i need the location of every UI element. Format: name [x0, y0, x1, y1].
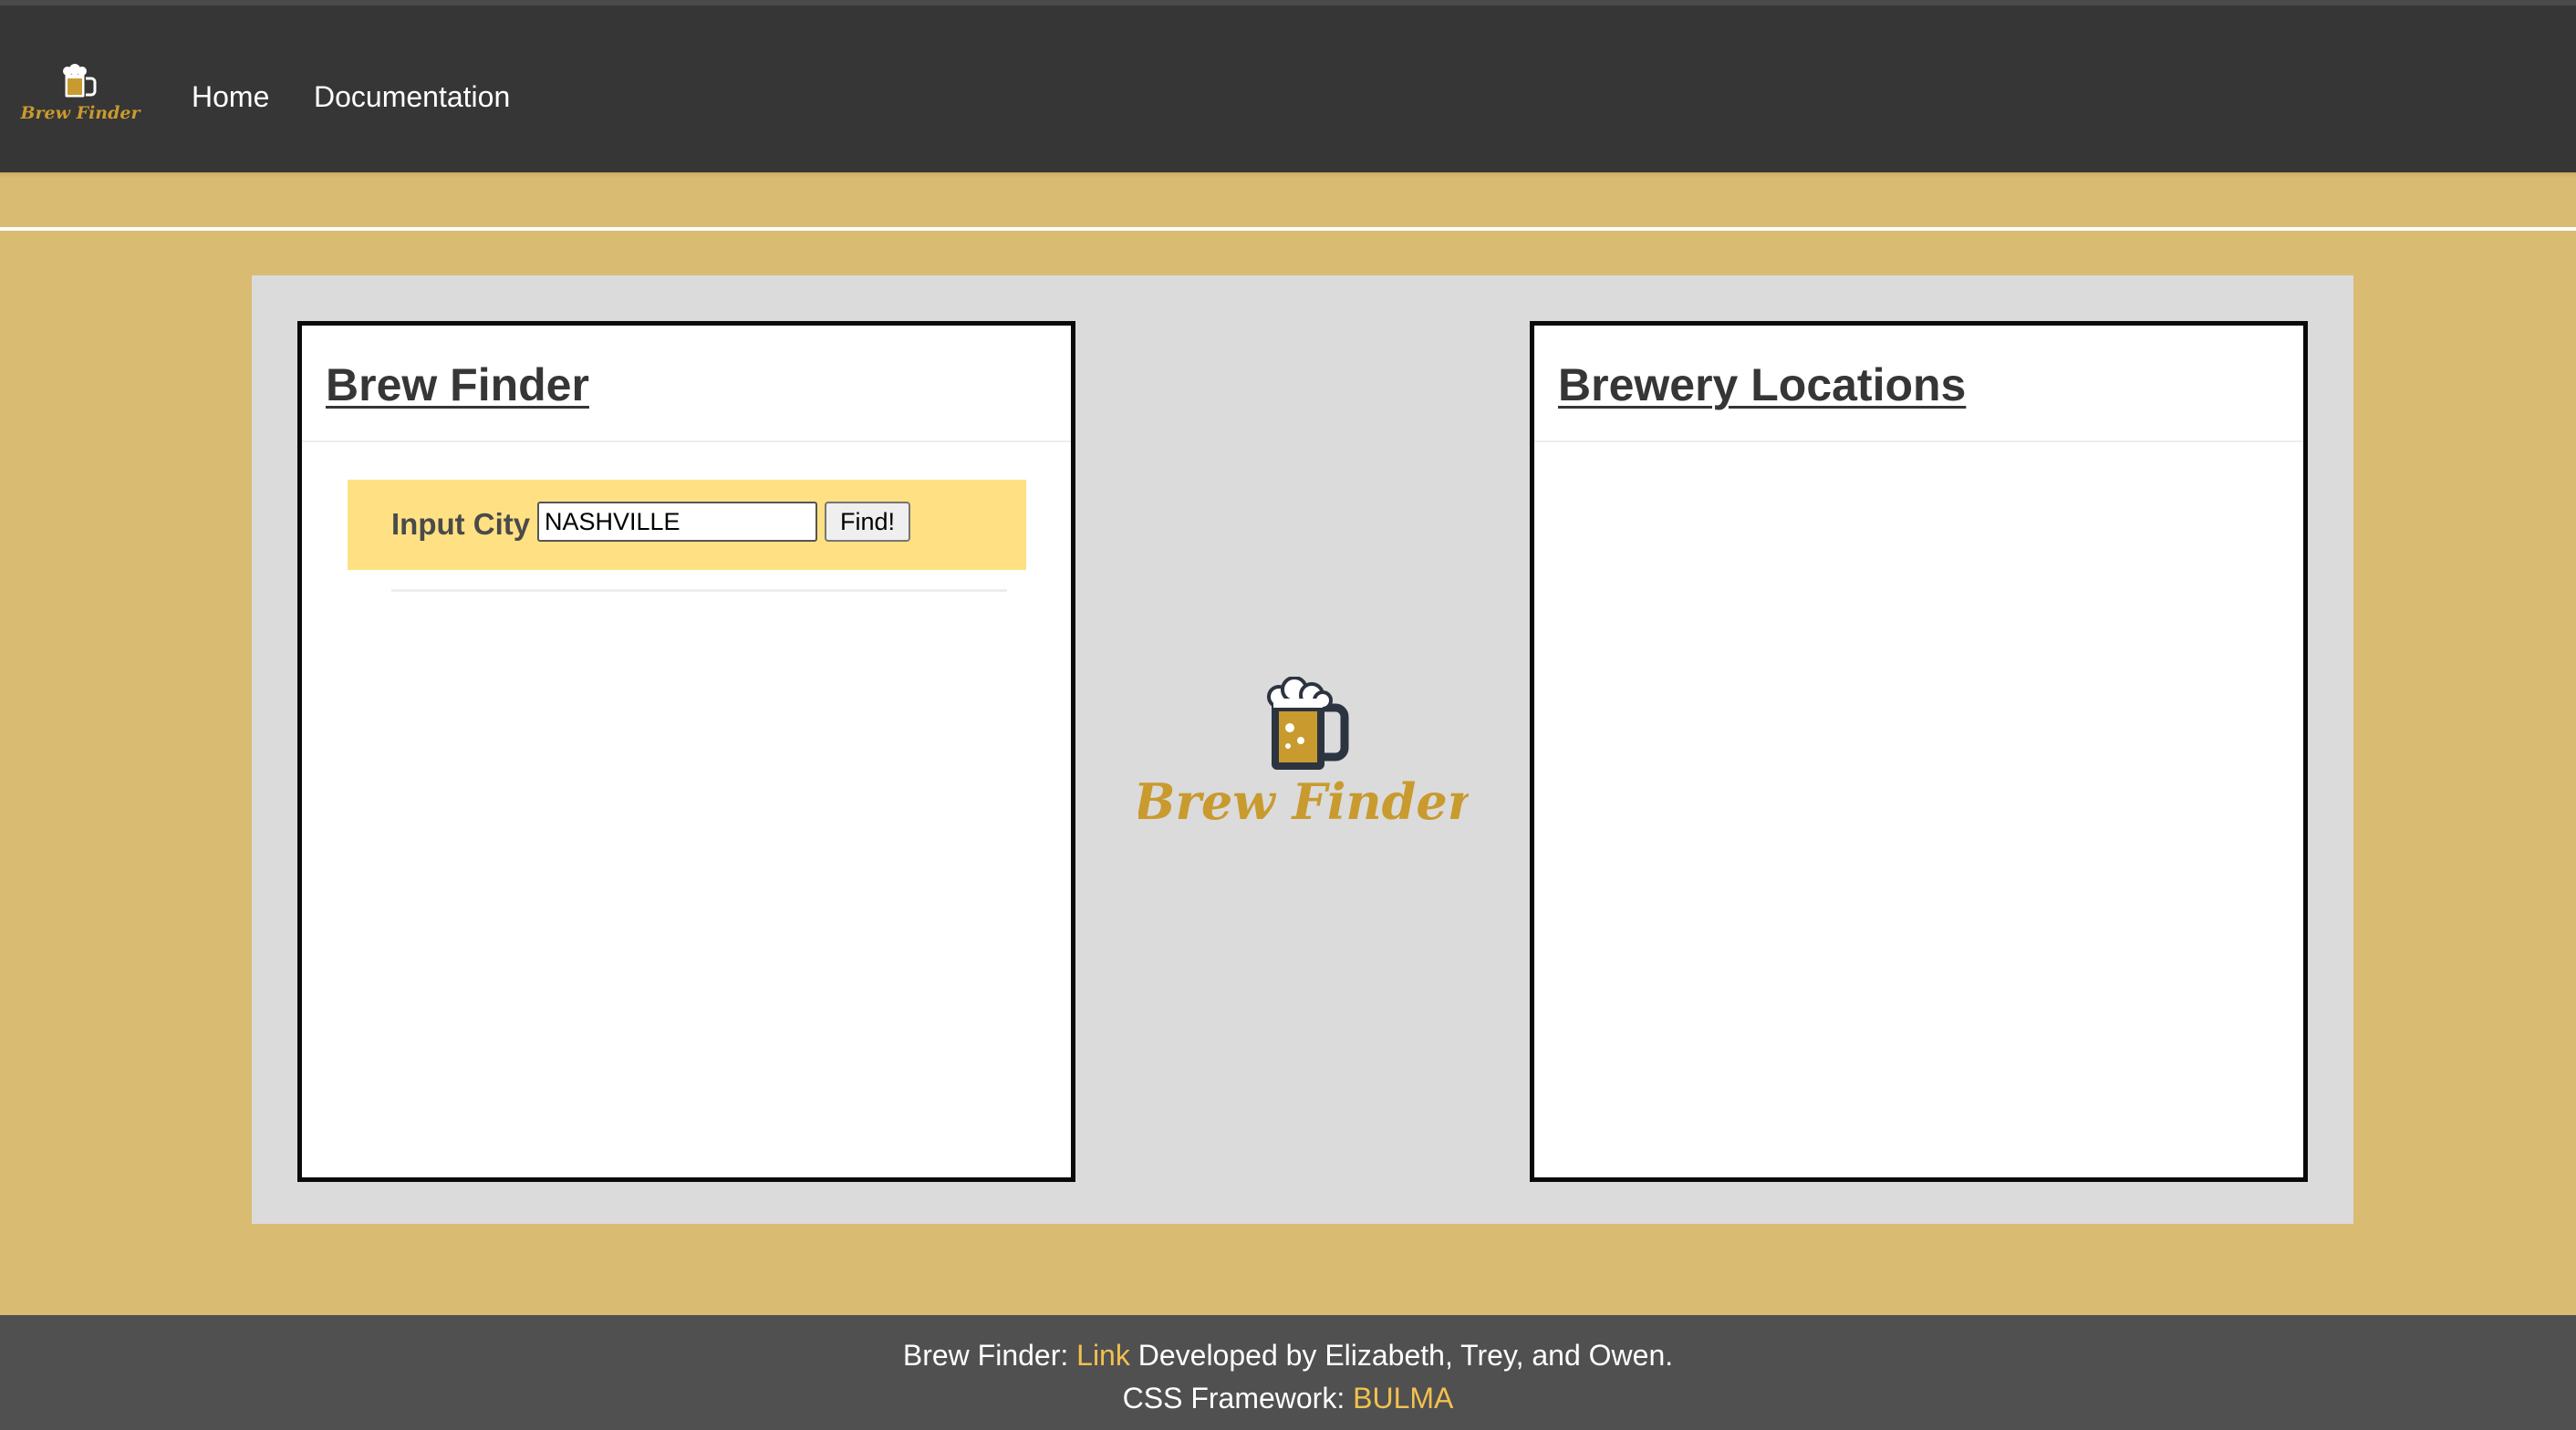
- beer-mug-icon: [1267, 677, 1349, 770]
- city-input-label: Input City: [391, 507, 531, 541]
- brew-finder-card: Brew Finder Input City Find!: [297, 321, 1075, 1182]
- beer-mug-icon: [62, 64, 97, 100]
- footer-framework: CSS Framework: BULMA: [0, 1378, 2576, 1418]
- footer: Brew Finder: Link Developed by Elizabeth…: [0, 1315, 2576, 1430]
- brewery-locations-title: Brewery Locations: [1558, 359, 1967, 410]
- city-input[interactable]: [537, 502, 817, 542]
- find-button[interactable]: Find!: [825, 502, 910, 542]
- navbar-logo[interactable]: Brew Finder: [16, 60, 144, 133]
- nav-link-home[interactable]: Home: [192, 77, 269, 117]
- city-search-bar: Input City Find!: [348, 480, 1026, 570]
- footer-project-link[interactable]: Link: [1076, 1339, 1130, 1372]
- hero-divider: [0, 227, 2576, 231]
- center-logo: Brew Finder: [1138, 677, 1469, 832]
- brew-finder-title: Brew Finder: [326, 359, 589, 410]
- navbar-logo-text: Brew Finder: [19, 103, 141, 123]
- results-divider: [391, 589, 1007, 592]
- navbar-shadow: [0, 172, 2576, 178]
- footer-developers: Developed by Elizabeth, Trey, and Owen.: [1129, 1339, 1674, 1372]
- footer-bulma-link[interactable]: BULMA: [1353, 1382, 1453, 1414]
- brewery-locations-card: Brewery Locations: [1530, 321, 2308, 1182]
- footer-app-name: Brew Finder:: [902, 1339, 1077, 1372]
- card-header: Brew Finder: [302, 326, 1071, 442]
- navbar: Brew Finder Home Documentation: [0, 5, 2576, 172]
- card-header: Brewery Locations: [1534, 326, 2303, 442]
- center-logo-text: Brew Finder: [1138, 772, 1469, 831]
- footer-credits: Brew Finder: Link Developed by Elizabeth…: [0, 1335, 2576, 1375]
- nav-link-documentation[interactable]: Documentation: [314, 77, 510, 117]
- footer-framework-label: CSS Framework:: [1122, 1382, 1354, 1414]
